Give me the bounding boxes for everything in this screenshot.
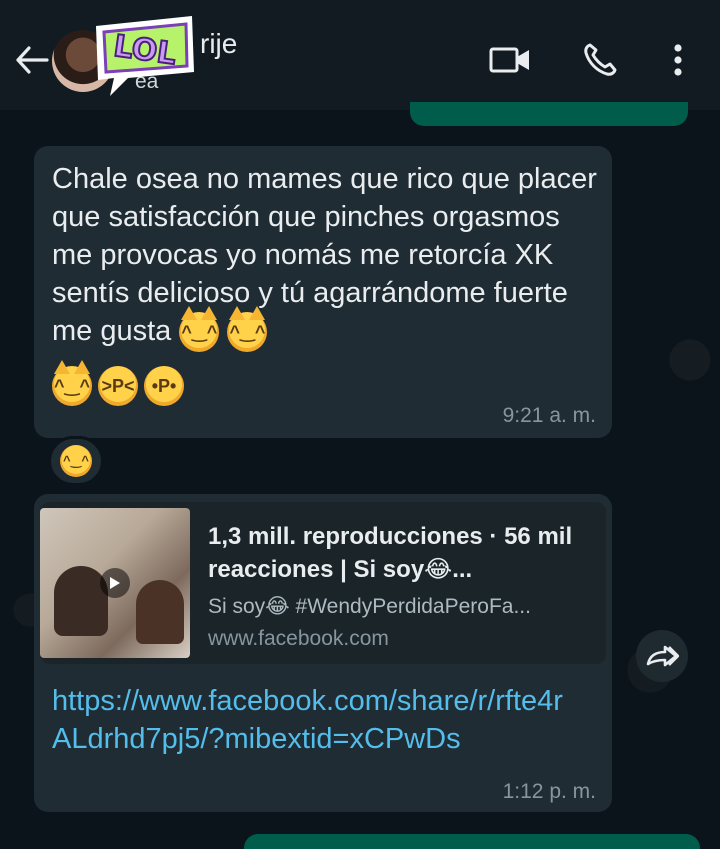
grinning-cat-emoji: ^‿^: [52, 360, 92, 406]
video-thumbnail[interactable]: [40, 508, 190, 658]
video-call-icon[interactable]: [488, 40, 532, 80]
preview-title: 1,3 mill. reproducciones · 56 mil reacci…: [208, 523, 573, 583]
squinting-tongue-emoji: >P<: [98, 366, 138, 406]
contact-name[interactable]: rije: [200, 28, 237, 60]
forward-icon[interactable]: [636, 630, 688, 682]
chat-header: rije ea LOL: [0, 0, 720, 110]
incoming-message[interactable]: Chale osea no mames que rico que placer …: [34, 146, 612, 438]
back-arrow-icon[interactable]: [12, 40, 52, 80]
phone-icon[interactable]: [578, 40, 622, 80]
tongue-out-emoji: •P•: [144, 366, 184, 406]
message-link[interactable]: https://www.facebook.com/share/r/rfte4rA…: [52, 682, 572, 758]
grinning-cat-emoji: ^‿^: [227, 306, 268, 353]
link-preview[interactable]: 1,3 mill. reproducciones · 56 mil reacci…: [40, 502, 606, 664]
message-time: 9:21 a. m.: [502, 404, 596, 427]
message-reaction[interactable]: ^‿^: [48, 436, 104, 486]
incoming-link-message[interactable]: 1,3 mill. reproducciones · 56 mil reacci…: [34, 494, 612, 812]
drooling-face-icon: ^‿^: [60, 445, 92, 477]
message-time: 1:12 p. m.: [502, 780, 596, 803]
outgoing-bubble-partial: [244, 834, 700, 849]
play-icon: [100, 568, 130, 598]
emoji-row: ^‿^ >P< •P•: [52, 360, 184, 406]
more-vert-icon[interactable]: [656, 40, 700, 80]
lol-sticker: LOL: [96, 16, 194, 96]
outgoing-bubble-partial: [410, 102, 688, 126]
preview-domain: www.facebook.com: [208, 627, 389, 650]
preview-description: Si soy😂 #WendyPerdidaPeroFa...: [208, 595, 531, 618]
grinning-cat-emoji: ^‿^: [179, 306, 220, 353]
message-text: Chale osea no mames que rico que placer …: [52, 163, 597, 347]
